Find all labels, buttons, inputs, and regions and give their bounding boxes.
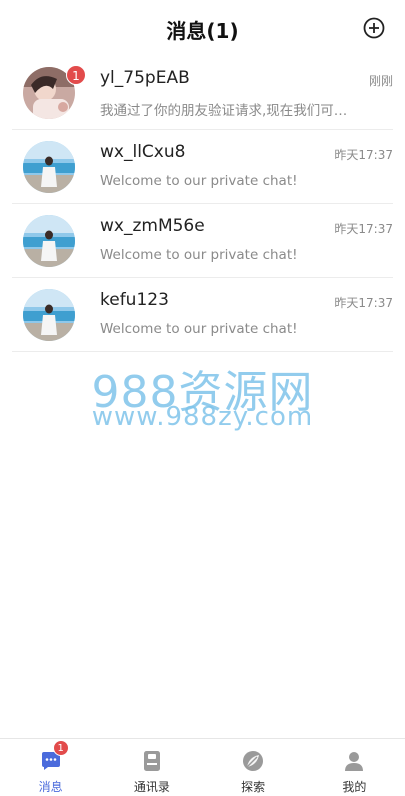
tab-contacts[interactable]: 通讯录	[101, 739, 202, 796]
tab-label: 我的	[342, 780, 367, 794]
explore-leaf-icon	[243, 751, 264, 771]
header-bar: 消息(1)	[0, 0, 405, 56]
tab-label: 通讯录	[133, 780, 170, 794]
message-time: 昨天17:37	[334, 296, 393, 310]
tab-me[interactable]: 我的	[304, 739, 405, 796]
message-time: 昨天17:37	[334, 148, 393, 162]
conversation-list: 1 yl_75pEAB 我通过了你的朋友验证请求,现在我们可以开始聊天了 刚刚 …	[0, 56, 405, 352]
bottom-tab-bar: 1 消息 通讯录 探索 我的	[0, 738, 405, 796]
avatar[interactable]	[23, 215, 75, 267]
contact-name: yl_75pEAB	[100, 68, 190, 88]
conversation-item[interactable]: kefu123 Welcome to our private chat! 昨天1…	[12, 278, 393, 352]
last-message: 我通过了你的朋友验证请求,现在我们可以开始聊天了	[100, 103, 350, 119]
message-time: 昨天17:37	[334, 222, 393, 236]
watermark-url: www.988zy.com	[91, 402, 314, 432]
last-message: Welcome to our private chat!	[100, 173, 298, 189]
avatar[interactable]	[23, 289, 75, 341]
message-time: 刚刚	[368, 74, 393, 88]
contacts-book-icon	[143, 751, 160, 771]
tab-label: 探索	[241, 780, 266, 794]
plus-circle-icon[interactable]	[363, 17, 385, 39]
tab-badge: 1	[52, 740, 69, 756]
unread-badge: 1	[66, 65, 86, 85]
tab-messages[interactable]: 1 消息	[0, 739, 101, 796]
last-message: Welcome to our private chat!	[100, 247, 298, 263]
contact-name: kefu123	[100, 290, 169, 310]
conversation-item[interactable]: 1 yl_75pEAB 我通过了你的朋友验证请求,现在我们可以开始聊天了 刚刚	[12, 56, 393, 130]
last-message: Welcome to our private chat!	[100, 321, 298, 337]
contact-name: wx_zmM56e	[100, 216, 205, 236]
conversation-item[interactable]: wx_llCxu8 Welcome to our private chat! 昨…	[12, 130, 393, 204]
conversation-item[interactable]: wx_zmM56e Welcome to our private chat! 昨…	[12, 204, 393, 278]
tab-label: 消息	[38, 780, 63, 794]
tab-explore[interactable]: 探索	[203, 739, 304, 796]
page-title: 消息(1)	[166, 19, 239, 43]
avatar[interactable]	[23, 141, 75, 193]
user-icon	[345, 752, 364, 771]
contact-name: wx_llCxu8	[100, 142, 186, 162]
